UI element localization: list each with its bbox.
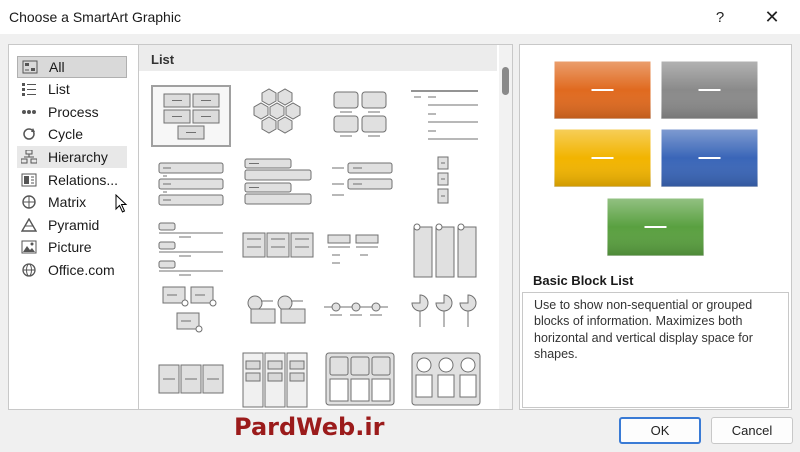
layout-picture-caption-list[interactable] — [406, 219, 486, 281]
mouse-cursor-icon — [115, 194, 128, 213]
category-pyramid[interactable]: Pyramid — [17, 214, 127, 236]
cancel-button[interactable]: Cancel — [711, 417, 793, 444]
layout-vertical-box-list[interactable] — [406, 153, 486, 215]
all-icon — [21, 59, 39, 75]
layout-stacked-list[interactable] — [237, 153, 317, 215]
category-label: Matrix — [48, 194, 87, 210]
title-bar: Choose a SmartArt Graphic ? ✕ — [0, 0, 800, 34]
category-label: List — [48, 81, 70, 97]
category-list-item[interactable]: List — [17, 78, 127, 100]
layout-description: Use to show non-sequential or grouped bl… — [522, 292, 789, 408]
vertical-bullet-list-thumbnail — [158, 162, 224, 206]
watermark-brand: PardWeb.ir — [234, 413, 385, 441]
layout-step-down-list[interactable] — [320, 219, 400, 281]
layout-lined-bullet-list[interactable] — [151, 219, 231, 281]
layout-pie-accent-list[interactable] — [406, 283, 486, 345]
preview-block — [660, 60, 759, 120]
category-cycle[interactable]: Cycle — [17, 123, 127, 145]
bullet-circle-process-thumbnail — [324, 302, 388, 316]
layout-bullet-circle-process[interactable] — [320, 283, 400, 345]
matrix-icon — [20, 194, 38, 210]
process-icon — [20, 104, 38, 120]
category-process[interactable]: Process — [17, 101, 127, 123]
preview-block — [553, 60, 652, 120]
layout-gallery: List — [139, 44, 513, 410]
category-label: Cycle — [48, 126, 84, 142]
vertical-box-list-thumbnail — [437, 156, 449, 204]
globe-icon — [20, 262, 38, 278]
category-hierarchy[interactable]: Hierarchy — [17, 146, 127, 168]
category-label: All — [49, 59, 65, 75]
layout-vertical-bullet-list[interactable] — [151, 153, 231, 215]
layout-horizontal-bullet-list[interactable] — [320, 153, 400, 215]
rounded-block-list-thumbnail — [333, 91, 387, 137]
category-label: Office.com — [48, 262, 115, 278]
hierarchy-icon — [20, 149, 38, 165]
layout-name: Basic Block List — [533, 273, 634, 288]
category-relationship[interactable]: Relations... — [17, 169, 127, 191]
category-label: Picture — [48, 239, 92, 255]
gallery-header: List — [139, 45, 497, 71]
category-picture[interactable]: Picture — [17, 236, 127, 258]
tab-list-thumbnail — [242, 232, 314, 258]
basic-block-list-thumbnail — [163, 93, 220, 140]
circle-accent-list-thumbnail — [247, 295, 306, 324]
step-down-list-thumbnail — [327, 234, 379, 264]
category-label: Hierarchy — [48, 149, 108, 165]
scrollbar-thumb[interactable] — [502, 67, 509, 95]
layout-table-list[interactable] — [320, 351, 400, 413]
gallery-scrollbar[interactable] — [499, 45, 512, 409]
layout-preview-image — [553, 60, 759, 257]
stacked-list-thumbnail — [244, 158, 312, 205]
category-office-com[interactable]: Office.com — [17, 259, 127, 281]
pyramid-icon — [20, 217, 38, 233]
layout-rounded-block-list[interactable] — [320, 85, 400, 147]
layout-circle-accent-list[interactable] — [237, 283, 317, 345]
preview-pane: Basic Block List Use to show non-sequent… — [519, 44, 792, 410]
category-all[interactable]: All — [17, 56, 127, 78]
layout-lined-list[interactable] — [406, 85, 486, 147]
lined-list-thumbnail — [411, 90, 478, 140]
horizontal-bullet-list-thumbnail — [332, 162, 393, 196]
preview-block — [553, 128, 652, 188]
layout-grouped-list[interactable] — [237, 351, 317, 413]
chevron-block-list-thumbnail — [158, 364, 224, 394]
pie-accent-list-thumbnail — [411, 294, 477, 327]
relationship-icon — [20, 172, 38, 188]
category-label: Pyramid — [48, 217, 100, 233]
picture-accent-list-thumbnail — [162, 286, 217, 333]
table-list-thumbnail — [325, 352, 395, 406]
preview-block — [606, 197, 705, 257]
ok-button[interactable]: OK — [619, 417, 701, 444]
lined-bullet-list-thumbnail — [158, 222, 223, 276]
picture-icon — [20, 239, 38, 255]
grouped-list-thumbnail — [242, 352, 308, 408]
category-matrix[interactable]: Matrix — [17, 191, 127, 213]
hexagon-cluster-thumbnail — [253, 88, 301, 134]
cycle-icon — [20, 126, 38, 142]
gallery-title: List — [151, 52, 175, 67]
layout-chevron-block-list[interactable] — [151, 351, 231, 413]
category-label: Process — [48, 104, 99, 120]
category-list: All List Process Cycle Hierarchy Relatio… — [8, 44, 139, 410]
layout-tab-list[interactable] — [237, 219, 317, 281]
category-label: Relations... — [48, 172, 119, 188]
picture-caption-list-thumbnail — [413, 223, 477, 278]
dialog-title: Choose a SmartArt Graphic — [9, 9, 181, 25]
horizontal-picture-list-thumbnail — [411, 352, 481, 406]
close-button[interactable]: ✕ — [752, 3, 792, 31]
preview-block — [660, 128, 759, 188]
layout-hexagon-cluster[interactable] — [237, 85, 317, 147]
layout-horizontal-picture-list[interactable] — [406, 351, 486, 413]
layout-picture-accent-list[interactable] — [151, 283, 231, 345]
help-button[interactable]: ? — [700, 3, 740, 31]
list-icon — [20, 81, 38, 97]
layout-basic-block-list[interactable] — [151, 85, 231, 147]
